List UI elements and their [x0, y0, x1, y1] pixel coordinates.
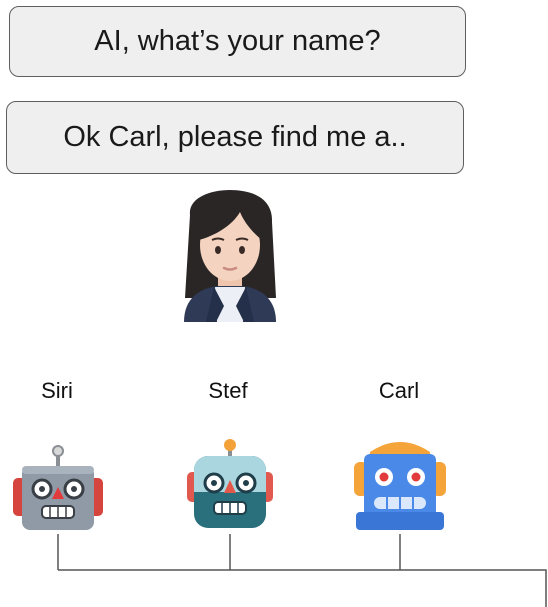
woman-office-worker-icon: [184, 190, 276, 322]
connector-lines: [57, 534, 547, 607]
assistant-label-siri: Siri: [41, 378, 73, 403]
question-bubble: AI, what’s your name?: [9, 6, 466, 77]
gray-robot-icon: [13, 445, 103, 530]
blue-robot-icon: [354, 442, 446, 530]
teal-robot-icon: [187, 439, 273, 528]
assistant-label-stef: Stef: [208, 378, 248, 403]
assistant-label-carl: Carl: [378, 378, 420, 403]
command-bubble: Ok Carl, please find me a..: [6, 101, 464, 174]
